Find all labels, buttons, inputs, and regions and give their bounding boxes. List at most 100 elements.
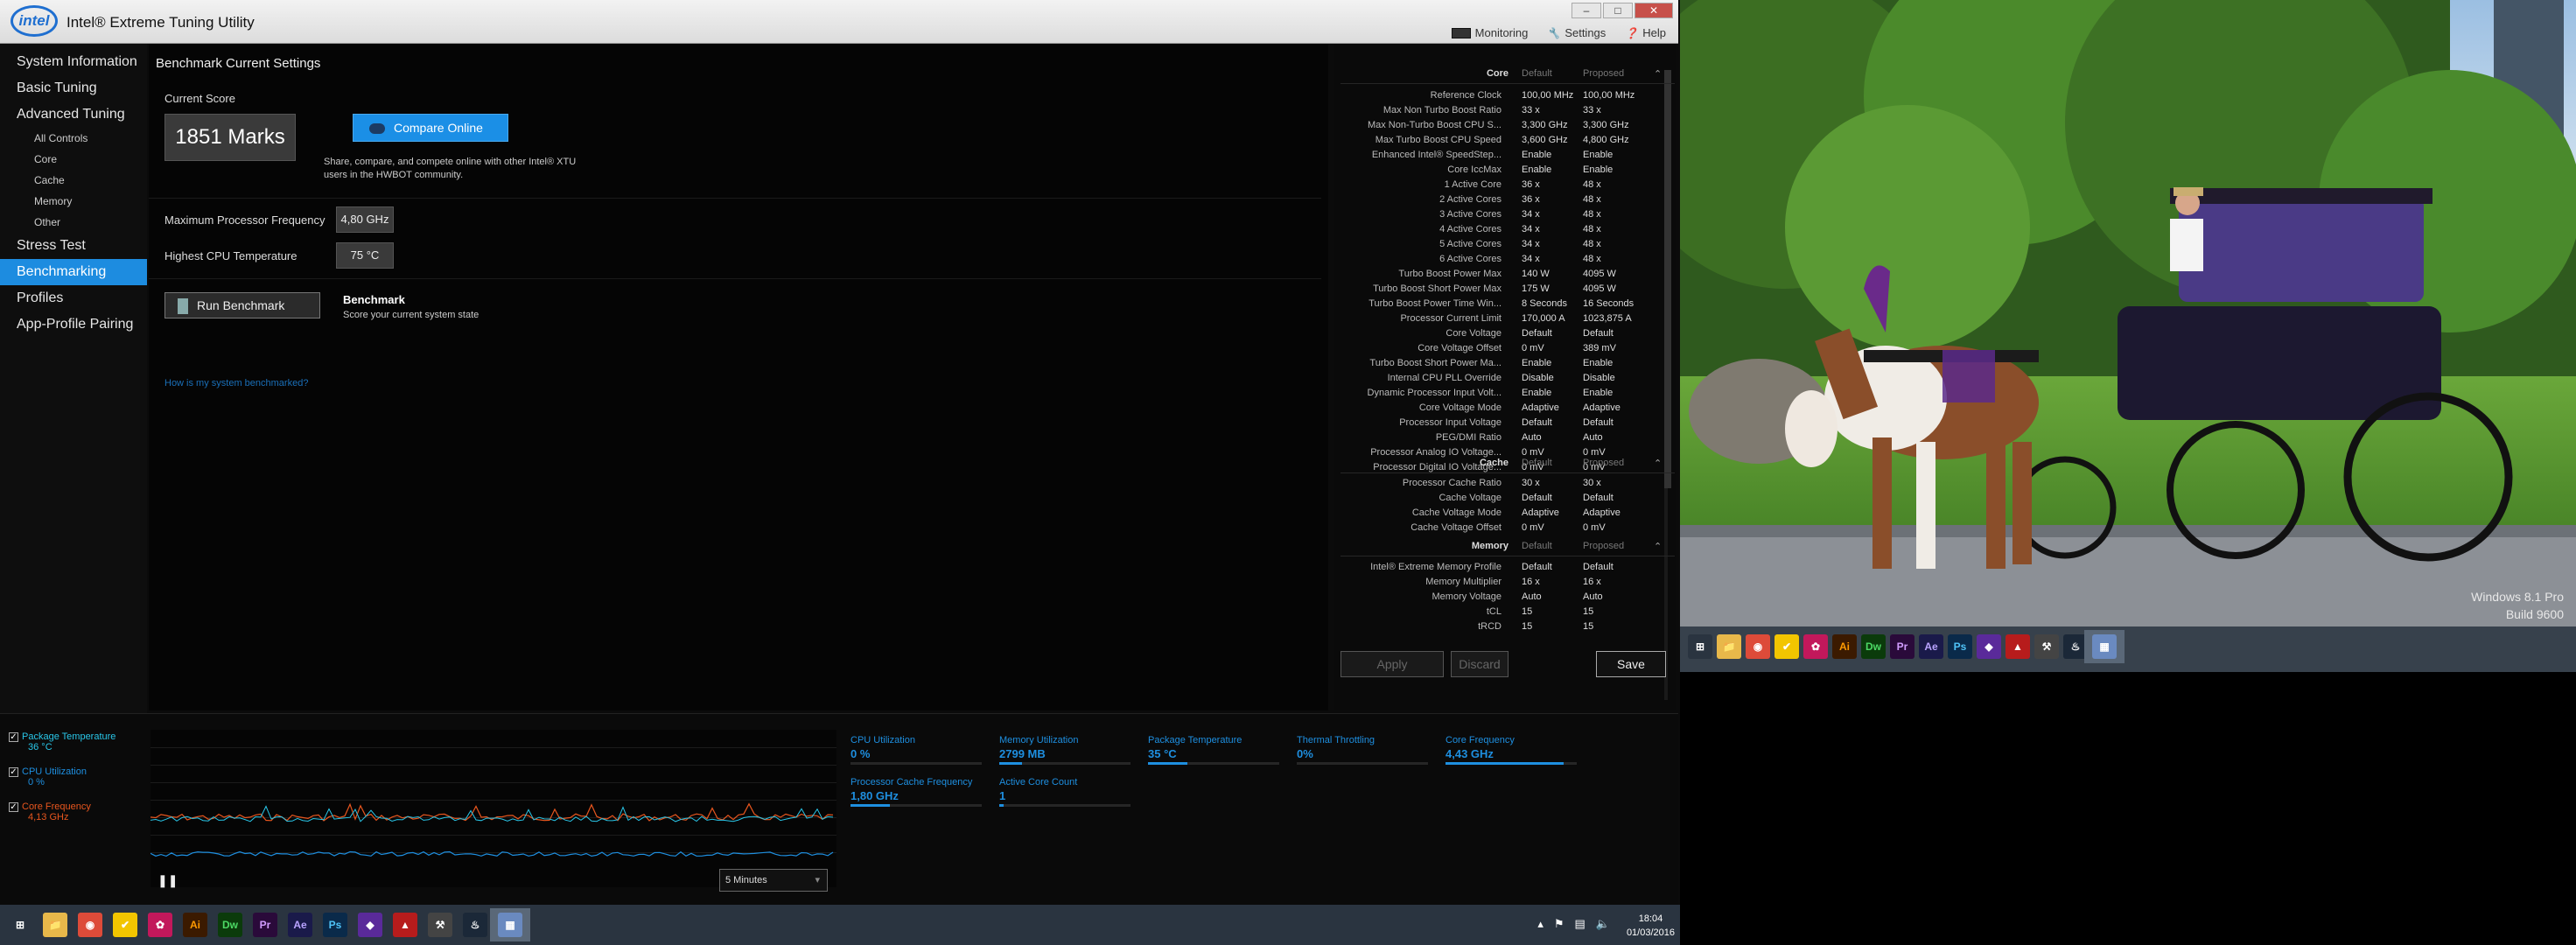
setting-row[interactable]: Processor Cache Ratio 30 x 30 x <box>1340 478 1664 492</box>
setting-row[interactable]: Core Voltage Default Default <box>1340 328 1664 342</box>
metric-bar-fill <box>850 804 890 807</box>
desktop-wallpaper: ⊞ 📁 ◉ ✔ ✿ Ai Dw Pr Ae Ps ◆ ▲ ⚒ ♨ ▦ Windows 8.1 Pro Bui… <box>1680 0 2576 672</box>
collapse-icon[interactable]: ⌃ <box>1654 68 1662 80</box>
sidebar-item-core[interactable]: Core <box>0 149 147 170</box>
setting-row[interactable]: Processor Current Limit 170,000 A 1023,875… <box>1340 313 1664 327</box>
sidebar-item-all-controls[interactable]: All Controls <box>0 128 147 149</box>
sidebar-item-stress-test[interactable]: Stress Test <box>0 233 147 259</box>
sidebar-item-other[interactable]: Other <box>0 212 147 233</box>
setting-row[interactable]: Memory Voltage Auto Auto <box>1340 592 1664 606</box>
core-section-header[interactable]: Core Default Proposed ⌃ <box>1340 68 1675 84</box>
collapse-icon[interactable]: ⌃ <box>1654 541 1662 552</box>
sidebar-item-basic-tuning[interactable]: Basic Tuning <box>0 75 147 102</box>
steam-icon: ♨ <box>463 913 487 937</box>
tray-chevron-icon[interactable]: ▴ <box>1537 917 1544 931</box>
volume-icon[interactable]: 🔈 <box>1596 917 1610 931</box>
monitoring-link[interactable]: Monitoring <box>1451 26 1528 39</box>
setting-row[interactable]: Max Turbo Boost CPU Speed 3,600 GHz 4,800 … <box>1340 135 1664 149</box>
setting-proposed: Default <box>1583 493 1614 503</box>
discard-button[interactable]: Discard <box>1451 651 1508 677</box>
taskbar-xtu-button[interactable]: ▦ <box>490 908 530 942</box>
close-button[interactable]: ✕ <box>1634 3 1673 18</box>
setting-proposed: 389 mV <box>1583 343 1616 354</box>
scrollbar[interactable] <box>1664 70 1671 488</box>
setting-row[interactable]: Turbo Boost Short Power Max 175 W 4095 W <box>1340 284 1664 298</box>
memory-section-header[interactable]: Memory Default Proposed ⌃ <box>1340 541 1675 556</box>
legend-value: 0 % <box>28 777 45 788</box>
setting-row[interactable]: Turbo Boost Short Power Ma... Enable Enabl… <box>1340 358 1664 372</box>
sidebar-item-benchmarking[interactable]: Benchmarking <box>0 259 147 285</box>
setting-row[interactable]: Enhanced Intel® SpeedStep... Enable Enable <box>1340 150 1664 164</box>
setting-row[interactable]: Reference Clock 100,00 MHz 100,00 MHz <box>1340 90 1664 104</box>
clock[interactable]: 18:04 01/03/2016 <box>1627 912 1675 940</box>
setting-row[interactable]: tRCD 15 15 <box>1340 621 1664 635</box>
sidebar-item-cache[interactable]: Cache <box>0 170 147 191</box>
setting-row[interactable]: Cache Voltage Offset 0 mV 0 mV <box>1340 522 1664 536</box>
setting-default: 34 x <box>1522 254 1540 264</box>
gamepad-icon <box>369 123 385 135</box>
setting-row[interactable]: Core IccMax Enable Enable <box>1340 164 1664 178</box>
setting-row[interactable]: 2 Active Cores 36 x 48 x <box>1340 194 1664 208</box>
setting-row[interactable]: PEG/DMI Ratio Auto Auto <box>1340 432 1664 446</box>
cache-section-header[interactable]: Cache Default Proposed ⌃ <box>1340 458 1675 473</box>
setting-row[interactable]: Intel® Extreme Memory Profile Default Defa… <box>1340 562 1664 576</box>
setting-row[interactable]: Cache Voltage Default Default <box>1340 493 1664 507</box>
ai-icon: Ai <box>183 913 207 937</box>
setting-row[interactable]: Dynamic Processor Input Volt... Enable Ena… <box>1340 388 1664 402</box>
run-benchmark-button[interactable]: Run Benchmark <box>164 292 320 318</box>
sidebar-item-profiles[interactable]: Profiles <box>0 285 147 312</box>
setting-proposed: Default <box>1583 328 1614 339</box>
setting-proposed: Auto <box>1583 592 1603 602</box>
setting-row[interactable]: Core Voltage Offset 0 mV 389 mV <box>1340 343 1664 357</box>
tray-flag-icon[interactable]: ⚑ <box>1554 917 1564 931</box>
setting-row[interactable]: Cache Voltage Mode Adaptive Adaptive <box>1340 508 1664 522</box>
setting-row[interactable]: Max Non-Turbo Boost CPU S... 3,300 GHz 3,3… <box>1340 120 1664 134</box>
metric-value: 0% <box>1297 747 1313 760</box>
setting-row[interactable]: Core Voltage Mode Adaptive Adaptive <box>1340 402 1664 416</box>
compare-online-button[interactable]: Compare Online <box>353 114 508 142</box>
maximize-button[interactable]: □ <box>1603 3 1633 18</box>
setting-row[interactable]: 3 Active Cores 34 x 48 x <box>1340 209 1664 223</box>
intel-logo: intel <box>10 5 58 37</box>
setting-row[interactable]: Memory Multiplier 16 x 16 x <box>1340 577 1664 591</box>
settings-link[interactable]: 🔧 Settings <box>1547 26 1606 39</box>
apply-button[interactable]: Apply <box>1340 651 1444 677</box>
setting-row[interactable]: 5 Active Cores 34 x 48 x <box>1340 239 1664 253</box>
pause-button[interactable]: ❚❚ <box>158 873 178 888</box>
save-button[interactable]: Save <box>1596 651 1666 677</box>
setting-row[interactable]: 6 Active Cores 34 x 48 x <box>1340 254 1664 268</box>
legend-core-frequency[interactable]: ✓ Core Frequency 4,13 GHz <box>9 802 91 822</box>
setting-default: 36 x <box>1522 194 1540 205</box>
legend-label: CPU Utilization <box>22 766 87 777</box>
sidebar-item-memory[interactable]: Memory <box>0 191 147 212</box>
checkbox-icon[interactable]: ✓ <box>9 732 18 742</box>
checkbox-icon[interactable]: ✓ <box>9 802 18 812</box>
collapse-icon[interactable]: ⌃ <box>1654 458 1662 469</box>
default-column-header: Default <box>1522 541 1552 551</box>
checkbox-icon[interactable]: ✓ <box>9 766 18 777</box>
legend-cpu-utilization[interactable]: ✓ CPU Utilization 0 % <box>9 766 87 788</box>
setting-proposed: 48 x <box>1583 254 1601 264</box>
network-icon[interactable]: ▤ <box>1575 917 1586 931</box>
setting-row[interactable]: Turbo Boost Power Time Win... 8 Seconds 16… <box>1340 298 1664 312</box>
taskbar-xtu-button[interactable]: ▦ <box>2084 630 2124 663</box>
run-benchmark-label: Run Benchmark <box>197 298 285 312</box>
sidebar-item-advanced-tuning[interactable]: Advanced Tuning <box>0 102 147 128</box>
how-benchmarked-link[interactable]: How is my system benchmarked? <box>164 378 308 388</box>
setting-name: Core Voltage Offset <box>1418 343 1502 354</box>
benchmark-title: Benchmark <box>343 293 405 306</box>
setting-row[interactable]: Max Non Turbo Boost Ratio 33 x 33 x <box>1340 105 1664 119</box>
legend-package-temperature[interactable]: ✓ Package Temperature 36 °C <box>9 732 116 752</box>
sidebar-item-system-information[interactable]: System Information <box>0 49 147 75</box>
minimize-button[interactable]: – <box>1572 3 1601 18</box>
setting-row[interactable]: tCL 15 15 <box>1340 606 1664 620</box>
setting-row[interactable]: 1 Active Core 36 x 48 x <box>1340 179 1664 193</box>
setting-row[interactable]: Processor Input Voltage Default Default <box>1340 417 1664 431</box>
help-link[interactable]: ❓ Help <box>1625 26 1666 39</box>
memory-section-title: Memory <box>1471 541 1508 551</box>
sidebar-item-app-profile-pairing[interactable]: App-Profile Pairing <box>0 312 147 338</box>
setting-row[interactable]: 4 Active Cores 34 x 48 x <box>1340 224 1664 238</box>
setting-row[interactable]: Internal CPU PLL Override Disable Disable <box>1340 373 1664 387</box>
setting-row[interactable]: Turbo Boost Power Max 140 W 4095 W <box>1340 269 1664 283</box>
time-range-select[interactable]: 5 Minutes ▾ <box>719 869 828 892</box>
